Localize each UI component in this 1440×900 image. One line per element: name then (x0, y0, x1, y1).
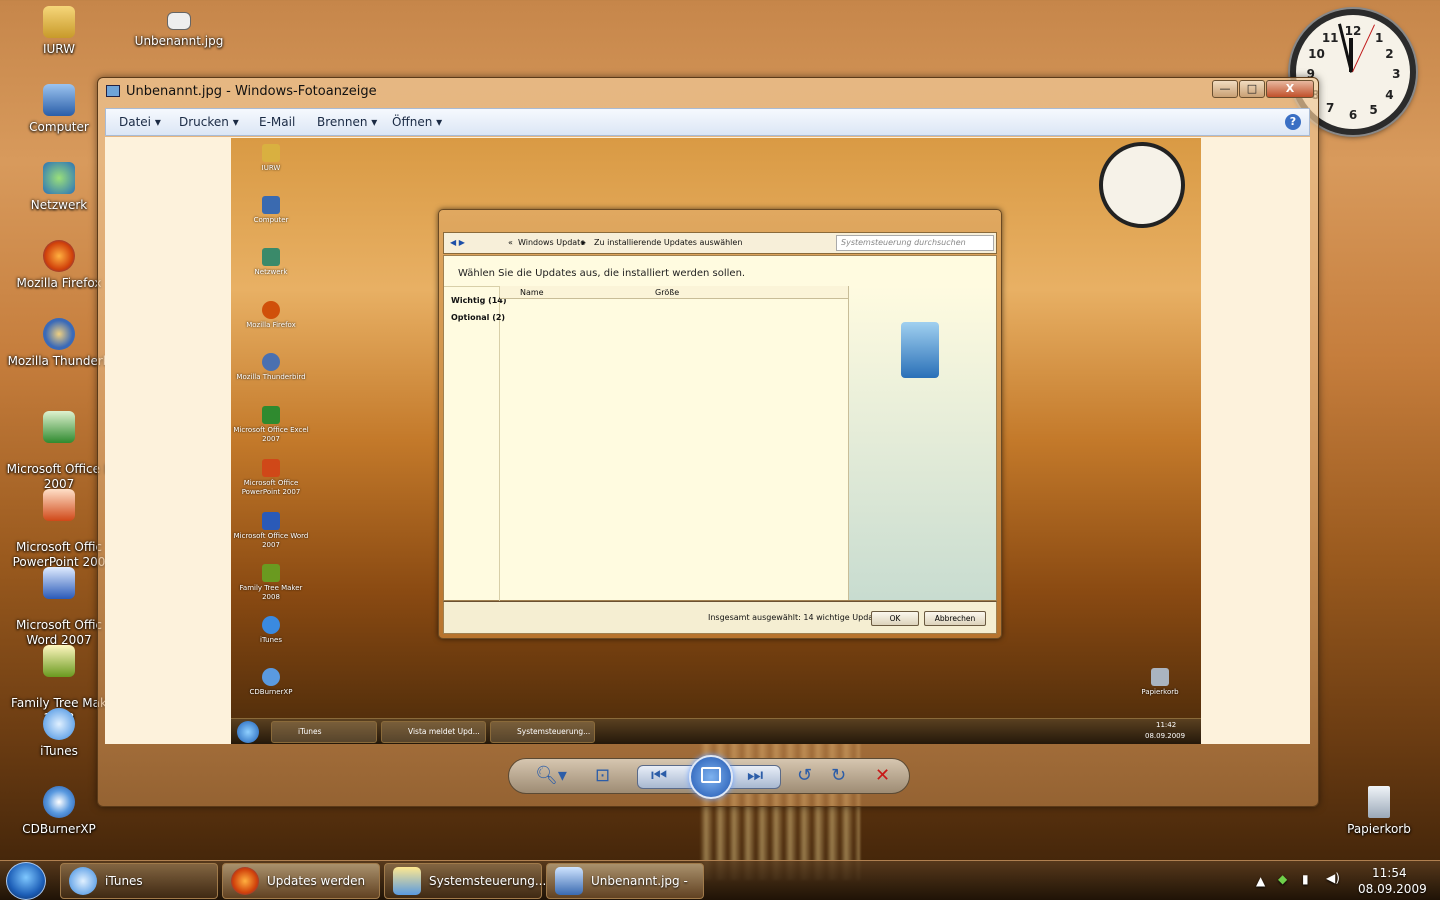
photo-viewer-window[interactable]: Unbenannt.jpg - Windows-Fotoanzeige — □ … (97, 77, 1319, 807)
itunes-icon (69, 867, 97, 895)
menu-drucken[interactable]: Drucken ▾ (179, 115, 239, 129)
displayed-screenshot: IURW Computer Netzwerk Mozilla Firefox M… (231, 138, 1201, 744)
category-wichtig: Wichtig (14) (451, 296, 507, 305)
breadcrumb-select-updates: Zu installierende Updates auswählen (594, 238, 743, 247)
photo-viewer-icon (555, 867, 583, 895)
task-photo-viewer[interactable]: Unbenannt.jpg - ... (546, 863, 704, 899)
computer-icon (43, 84, 75, 116)
desktop-icon-papierkorb[interactable]: Papierkorb (1320, 786, 1438, 837)
firefox-icon (43, 240, 75, 272)
menu-oeffnen[interactable]: Öffnen ▾ (392, 115, 442, 129)
zoom-icon[interactable]: 🔍︎▾ (535, 765, 567, 786)
mini-icon-word: Microsoft Office Word 2007 (231, 512, 311, 550)
mini-icon-computer: Computer (231, 196, 311, 225)
cdburner-icon (43, 786, 75, 818)
mini-icon-firefox: Mozilla Firefox (231, 301, 311, 330)
back-arrow-icon: ◀ ▶ (450, 238, 465, 247)
help-icon[interactable]: ? (1285, 114, 1301, 130)
dialog-body: Wählen Sie die Updates aus, die installi… (443, 255, 997, 602)
window-title: Unbenannt.jpg - Windows-Fotoanzeige (126, 84, 377, 99)
info-pane (848, 286, 996, 600)
mini-taskbar: iTunes Vista meldet Upd... Systemsteueru… (231, 718, 1201, 744)
word-icon (43, 567, 75, 599)
breadcrumb-windows-update: Windows Update (518, 238, 586, 247)
folder-icon (43, 6, 75, 38)
network-icon[interactable]: ▮ (1302, 872, 1309, 886)
taskbar: iTunes Updates werden n... Systemsteueru… (0, 860, 1440, 900)
rotate-left-icon[interactable]: ↺ (797, 765, 812, 786)
image-viewport: IURW Computer Netzwerk Mozilla Firefox M… (105, 137, 1310, 744)
close-button[interactable]: X (1266, 80, 1314, 98)
control-panel-icon (393, 867, 421, 895)
start-button[interactable] (6, 862, 46, 900)
mini-icon-thunderbird: Mozilla Thunderbird (231, 353, 311, 382)
slideshow-button[interactable] (689, 755, 733, 799)
mini-ok-button: OK (871, 611, 919, 626)
network-icon (43, 162, 75, 194)
mini-cancel-button: Abbrechen (924, 611, 986, 626)
excel-icon (43, 411, 75, 443)
list-header: Name Größe (500, 286, 848, 299)
menu-brennen[interactable]: Brennen ▾ (317, 115, 377, 129)
update-icon[interactable]: ◆ (1278, 872, 1287, 886)
menu-bar: Datei ▾ Drucken ▾ E-Mail Brennen ▾ Öffne… (105, 108, 1310, 136)
address-bar: ◀ ▶ « Windows Update ▸ Zu installierende… (443, 232, 997, 254)
mini-icon-cdburner: CDBurnerXP (231, 668, 311, 697)
minimize-button[interactable]: — (1212, 80, 1238, 98)
desktop-icon-unbenannt[interactable]: Unbenannt.jpg (120, 12, 238, 49)
menu-datei[interactable]: Datei ▾ (119, 115, 161, 129)
taskbar-date[interactable]: 08.09.2009 (1358, 882, 1427, 896)
delete-icon[interactable]: ✕ (875, 765, 890, 786)
menu-email[interactable]: E-Mail (259, 115, 295, 129)
itunes-icon (43, 708, 75, 740)
windows-update-icon (901, 322, 939, 378)
clock-hour-hand (1349, 38, 1353, 72)
thunderbird-icon (43, 318, 75, 350)
mini-clock-gadget (1099, 142, 1185, 228)
powerpoint-icon (43, 489, 75, 521)
viewer-controls: 🔍︎▾ ⊡ ⏮ ⏭ ↺ ↻ ✕ (508, 755, 910, 799)
task-firefox[interactable]: Updates werden n... (222, 863, 380, 899)
photo-viewer-app-icon (106, 85, 120, 97)
mini-icon-family-tree: Family Tree Maker 2008 (231, 564, 311, 602)
mini-icon-powerpoint: Microsoft Office PowerPoint 2007 (231, 459, 311, 497)
previous-icon[interactable]: ⏮ (651, 765, 667, 786)
task-systemsteuerung[interactable]: Systemsteuerung... (384, 863, 546, 899)
actual-size-icon[interactable]: ⊡ (595, 765, 610, 786)
show-hidden-icons[interactable]: ▲ (1256, 874, 1265, 888)
dialog-footer: Insgesamt ausgewählt: 14 wichtige Update… (443, 601, 997, 634)
dialog-heading: Wählen Sie die Updates aus, die installi… (458, 268, 746, 279)
taskbar-time[interactable]: 11:54 (1372, 866, 1407, 880)
rotate-right-icon[interactable]: ↻ (831, 765, 846, 786)
family-tree-icon (43, 645, 75, 677)
mini-icon-iurw: IURW (231, 144, 311, 173)
maximize-button[interactable]: □ (1239, 80, 1265, 98)
firefox-icon (231, 867, 259, 895)
task-itunes[interactable]: iTunes (60, 863, 218, 899)
recycle-bin-icon (1368, 786, 1390, 818)
desktop-icon-iurw[interactable]: IURW (0, 6, 118, 57)
category-optional: Optional (2) (451, 313, 506, 322)
windows-update-dialog: ◀ ▶ « Windows Update ▸ Zu installierende… (438, 209, 1002, 639)
mini-icon-excel: Microsoft Office Excel 2007 (231, 406, 311, 444)
image-file-icon (167, 12, 191, 30)
mini-icon-itunes: iTunes (231, 616, 311, 645)
volume-icon[interactable]: ◀) (1326, 871, 1340, 885)
mini-icon-netzwerk: Netzwerk (231, 248, 311, 277)
search-box: Systemsteuerung durchsuchen (836, 235, 994, 251)
next-icon[interactable]: ⏭ (747, 765, 763, 786)
mini-icon-papierkorb: Papierkorb (1120, 668, 1200, 697)
